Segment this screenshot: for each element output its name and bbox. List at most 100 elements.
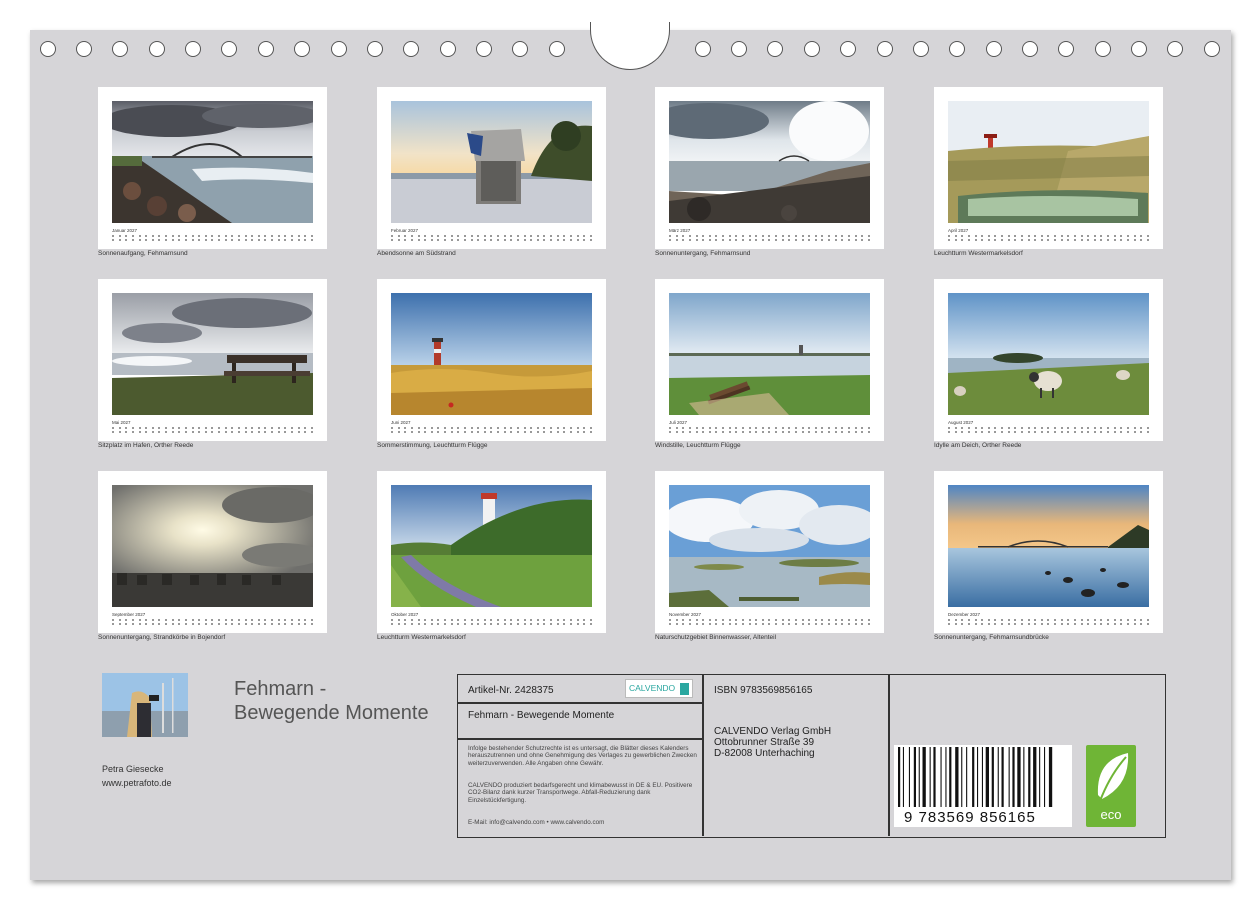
binding-hole bbox=[76, 41, 92, 57]
calendar-tick bbox=[463, 619, 466, 621]
calendar-tick bbox=[410, 431, 413, 433]
month-thumbnail-april: April 2027 bbox=[934, 87, 1163, 249]
calendar-tick bbox=[463, 431, 466, 433]
calendar-tick bbox=[457, 427, 460, 429]
calendar-tick bbox=[576, 623, 579, 625]
calendar-tick bbox=[994, 619, 997, 621]
calendar-tick bbox=[463, 623, 466, 625]
calendar-tick bbox=[178, 239, 181, 241]
publisher-street: Ottobrunner Straße 39 bbox=[714, 737, 815, 748]
calendar-days bbox=[112, 238, 313, 242]
calendar-tick bbox=[125, 235, 128, 237]
calendar-tick bbox=[828, 235, 830, 237]
calendar-tick bbox=[304, 431, 307, 433]
barcode-bar bbox=[981, 747, 983, 807]
binding-hole bbox=[476, 41, 492, 57]
calendar-tick bbox=[768, 235, 771, 237]
binding-hole bbox=[986, 41, 1002, 57]
binding-hole bbox=[1167, 41, 1183, 57]
calendar-tick bbox=[218, 427, 220, 429]
calendar-tick bbox=[675, 427, 678, 429]
calendar-tick bbox=[516, 235, 519, 237]
calendar-tick bbox=[981, 427, 984, 429]
calendar-tick bbox=[1027, 431, 1030, 433]
calendar-tick bbox=[211, 619, 214, 621]
calendar-days bbox=[112, 430, 313, 434]
calendar-tick bbox=[808, 235, 811, 237]
calendar-tick bbox=[191, 239, 194, 241]
calendar-tick bbox=[410, 623, 413, 625]
calendar-tick bbox=[1126, 427, 1129, 429]
calendar-tick bbox=[550, 619, 552, 621]
calendar-tick bbox=[231, 431, 234, 433]
calendar-tick bbox=[430, 427, 433, 429]
hanger-notch bbox=[590, 22, 670, 70]
calendar-tick bbox=[470, 623, 473, 625]
barcode-bar bbox=[949, 747, 952, 807]
calendar-tick bbox=[1087, 431, 1090, 433]
calendar-tick bbox=[867, 619, 870, 621]
calendar-tick bbox=[483, 235, 486, 237]
binding-hole bbox=[149, 41, 165, 57]
calendar-tick bbox=[410, 427, 413, 429]
calendar-tick bbox=[695, 427, 698, 429]
barcode-digits: 9 783569 856165 bbox=[904, 809, 1036, 826]
calendar-tick bbox=[854, 619, 857, 621]
calendar-tick bbox=[688, 235, 691, 237]
calendar-tick bbox=[543, 431, 546, 433]
calendar-tick bbox=[702, 623, 705, 625]
barcode-bar bbox=[908, 747, 910, 807]
calendar-tick bbox=[775, 239, 777, 241]
binding-hole bbox=[512, 41, 528, 57]
calendar-tick bbox=[954, 235, 957, 237]
barcode-bar bbox=[1017, 747, 1021, 807]
calendar-tick bbox=[1126, 619, 1129, 621]
calendar-tick bbox=[550, 427, 552, 429]
calendar-tick bbox=[503, 235, 506, 237]
calendar-tick bbox=[841, 235, 844, 237]
calendar-tick bbox=[125, 431, 128, 433]
calendar-tick bbox=[867, 431, 870, 433]
calendar-tick bbox=[264, 427, 267, 429]
calendar-tick bbox=[284, 623, 287, 625]
calendar-tick bbox=[1014, 239, 1017, 241]
calendar-tick bbox=[158, 623, 161, 625]
calendar-tick bbox=[231, 619, 234, 621]
author-name: Petra Giesecke bbox=[102, 764, 164, 774]
month-label: Januar 2027 bbox=[112, 228, 138, 233]
month-thumbnail-march: März 2027 bbox=[655, 87, 884, 249]
calendar-tick bbox=[1027, 623, 1030, 625]
calendar-tick bbox=[410, 235, 413, 237]
calendar-tick bbox=[781, 235, 784, 237]
author-photo bbox=[102, 673, 188, 737]
calendar-tick bbox=[867, 235, 870, 237]
calendar-tick bbox=[483, 619, 486, 621]
calendar-tick bbox=[1107, 431, 1109, 433]
calendar-tick bbox=[437, 623, 440, 625]
calendar-tick bbox=[204, 623, 207, 625]
calendar-tick bbox=[728, 239, 731, 241]
calendar-tick bbox=[974, 623, 977, 625]
calendar-tick bbox=[576, 239, 579, 241]
calendar-tick bbox=[523, 427, 526, 429]
calendar-tick bbox=[310, 235, 313, 237]
calendar-tick bbox=[735, 619, 738, 621]
calendar-tick bbox=[237, 619, 240, 621]
calendar-tick bbox=[237, 623, 240, 625]
barcode-bar bbox=[922, 747, 926, 807]
month-thumbnail-may: Mai 2027 bbox=[98, 279, 327, 441]
calendar-tick bbox=[775, 427, 777, 429]
calendar-tick bbox=[1001, 239, 1003, 241]
calendar-tick bbox=[125, 427, 128, 429]
month-label: November 2027 bbox=[669, 612, 702, 617]
calendar-tick bbox=[834, 431, 837, 433]
calendar-tick bbox=[834, 239, 837, 241]
calendar-tick bbox=[715, 427, 718, 429]
calendar-tick bbox=[981, 239, 984, 241]
calendar-tick bbox=[171, 619, 174, 621]
month-label: Juni 2027 bbox=[391, 420, 411, 425]
calendar-tick bbox=[715, 619, 718, 621]
calendar-tick bbox=[1126, 235, 1129, 237]
calendar-tick bbox=[165, 619, 167, 621]
photo-caption: Idylle am Deich, Orther Reede bbox=[934, 442, 1022, 449]
